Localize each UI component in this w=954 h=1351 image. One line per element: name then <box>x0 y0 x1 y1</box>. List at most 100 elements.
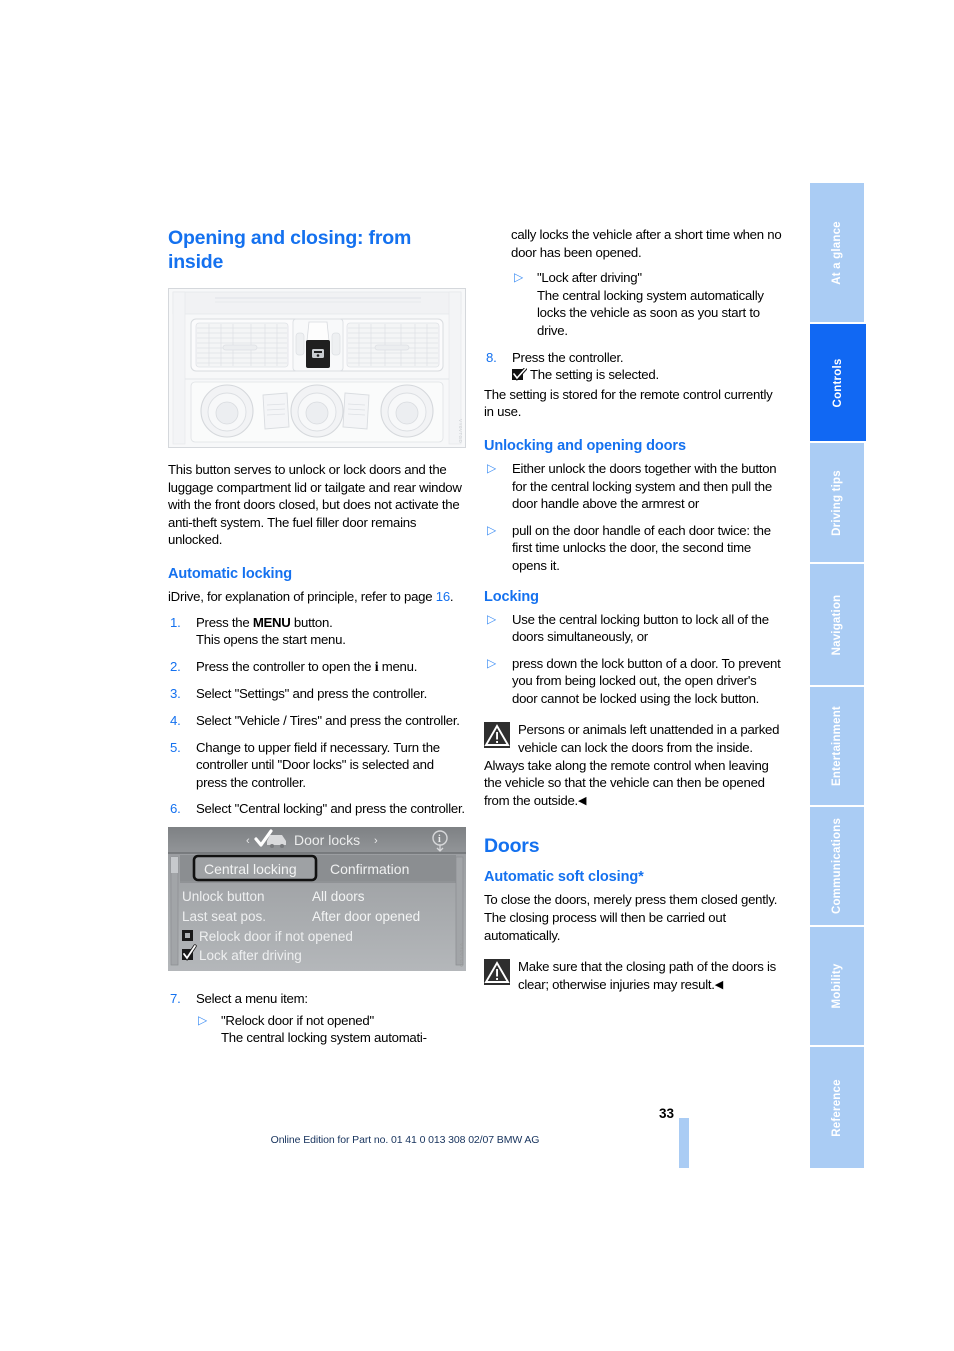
idrive-title-text: Door locks <box>294 832 360 848</box>
idrive-row-label-last-seat-pos: Last seat pos. <box>182 909 266 924</box>
step-text-cont: button. <box>290 614 333 630</box>
bullet-title: "Relock door if not opened" <box>221 1012 374 1028</box>
tab-label: Controls <box>832 358 844 407</box>
triangle-bullet-icon: ▷ <box>487 522 496 537</box>
step-text: Press the <box>196 614 253 630</box>
figure-code: VY0VTGD <box>459 942 464 967</box>
ref-note-period: . <box>449 588 454 604</box>
step-text-cont: menu. <box>378 658 418 674</box>
step-result-text: The setting is selected. <box>530 367 659 383</box>
step-subtext: This opens the start menu. <box>196 632 346 648</box>
left-column: Opening and closing: from inside VY0VTGD… <box>168 226 466 1056</box>
bullet-title: "Lock after driving" <box>537 270 642 286</box>
tab-label: Reference <box>831 1078 843 1137</box>
step-number: 6. <box>170 801 181 817</box>
heading-automatic-soft-closing: Automatic soft closing* <box>484 869 644 886</box>
tab-navigation[interactable]: Navigation <box>810 562 866 685</box>
unlocking-bullets: ▷ Either unlock the doors together with t… <box>484 460 782 575</box>
step-item: 5. Change to upper field if necessary. Tu… <box>168 739 466 792</box>
soft-closing-body: To close the doors, merely press them cl… <box>484 892 778 943</box>
step7-group: 7. Select a menu item: <box>168 990 466 1008</box>
list-item: ▷ press down the lock button of a door. T… <box>484 655 782 708</box>
tab-mobility[interactable]: Mobility <box>810 925 866 1045</box>
idrive-screen-illustration: ‹ Door locks › i Central locking Confirm… <box>168 826 466 971</box>
right-column: cally locks the vehicle after a short ti… <box>484 226 782 994</box>
bullet-text: pull on the door handle of each door twi… <box>512 522 771 573</box>
step-item: 8. Press the controller. The setting is s… <box>484 349 782 384</box>
menu-item-bullets: ▷ "Lock after driving" The central locking… <box>511 269 782 339</box>
triangle-bullet-icon: ▷ <box>198 1012 207 1027</box>
tab-communications[interactable]: Communications <box>810 805 866 925</box>
step-item: 6. Select "Central locking" and press the… <box>168 800 466 818</box>
tab-driving-tips[interactable]: Driving tips <box>810 441 866 562</box>
bullet-text: Use the central locking button to lock a… <box>512 611 769 645</box>
tab-label: Communications <box>831 817 843 915</box>
triangle-bullet-icon: ▷ <box>514 270 523 285</box>
step8-group: 8. Press the controller. The setting is s… <box>484 349 782 384</box>
step-number: 7. <box>170 990 181 1006</box>
intro-paragraph: This button serves to unlock or lock doo… <box>168 462 462 548</box>
continued-paragraph: cally locks the vehicle after a short ti… <box>511 227 782 260</box>
tab-label: Entertainment <box>831 706 843 786</box>
svg-text:›: › <box>374 835 378 847</box>
triangle-bullet-icon: ▷ <box>487 655 496 670</box>
chapter-tab-strip: At a glance Controls Driving tips Naviga… <box>810 183 866 1168</box>
bullet-body: The central locking system automatically… <box>537 287 764 338</box>
idrive-checkbox-label-lock-after-driving: Lock after driving <box>199 948 302 963</box>
bullet-text: press down the lock button of a door. To… <box>512 655 781 706</box>
list-item: ▷ "Relock door if not opened" The central … <box>195 1012 466 1047</box>
step-item: 4. Select "Vehicle / Tires" and press the… <box>168 712 466 730</box>
step-number: 1. <box>170 614 181 630</box>
warning-soft-closing: Make sure that the closing path of the d… <box>484 958 782 994</box>
step-text: Select "Vehicle / Tires" and press the c… <box>196 712 460 728</box>
heading-automatic-locking: Automatic locking <box>168 565 292 582</box>
step-number: 4. <box>170 712 181 728</box>
list-item: ▷ Either unlock the doors together with t… <box>484 460 782 513</box>
step-text: Select a menu item: <box>196 990 308 1006</box>
tab-at-a-glance[interactable]: At a glance <box>810 183 866 322</box>
tab-controls[interactable]: Controls <box>810 322 866 441</box>
list-item: ▷ "Lock after driving" The central locking… <box>511 269 782 339</box>
figure-center-console: VY0VTGD <box>168 288 466 448</box>
end-of-section-mark: ◀ <box>577 794 587 807</box>
step-item: 3. Select "Settings" and press the contro… <box>168 685 466 703</box>
idrive-tab-confirmation: Confirmation <box>330 861 409 877</box>
heading-unlocking-and-opening-doors: Unlocking and opening doors <box>484 437 686 454</box>
step-text: Press the controller. <box>512 349 624 365</box>
idrive-row-label-unlock-button: Unlock button <box>182 889 265 904</box>
footer: Online Edition for Part no. 01 41 0 013 … <box>0 1130 810 1148</box>
idrive-tab-central-locking: Central locking <box>204 861 297 877</box>
warning-triangle-icon <box>484 722 510 749</box>
step-item: 1. Press the MENU button. This opens the s… <box>168 614 466 649</box>
page-number: 33 <box>658 1106 674 1121</box>
manual-page: At a glance Controls Driving tips Naviga… <box>0 0 954 1351</box>
bullet-text: Either unlock the doors together with th… <box>512 460 777 512</box>
menu-button-label: MENU <box>252 614 291 630</box>
idrive-row-value-after-door-opened: After door opened <box>312 909 420 924</box>
step-item: 2. Press the controller to open the i men… <box>168 658 466 677</box>
step7-bullets: ▷ "Relock door if not opened" The central … <box>195 1012 466 1047</box>
warning-text: Persons or animals left unattended in a … <box>484 722 780 808</box>
tab-entertainment[interactable]: Entertainment <box>810 685 866 805</box>
step-number: 5. <box>170 739 181 755</box>
list-item: ▷ Use the central locking button to lock … <box>484 611 782 646</box>
triangle-bullet-icon: ▷ <box>487 611 496 626</box>
center-console-illustration <box>169 289 465 447</box>
list-item: ▷ pull on the door handle of each door tw… <box>484 522 782 575</box>
page-reference-link[interactable]: 16 <box>436 589 450 604</box>
automatic-locking-steps: 1. Press the MENU button. This opens the s… <box>168 614 466 818</box>
figure-idrive-screen: ‹ Door locks › i Central locking Confirm… <box>168 826 466 971</box>
step-number: 2. <box>170 658 181 674</box>
warning-locking: Persons or animals left unattended in a … <box>484 721 782 810</box>
page-title: Opening and closing: from inside <box>168 227 412 273</box>
heading-locking: Locking <box>484 588 539 605</box>
tab-label: Driving tips <box>831 469 843 536</box>
tab-reference[interactable]: Reference <box>810 1045 866 1168</box>
step-text: Select "Settings" and press the controll… <box>196 686 427 702</box>
tab-label: Navigation <box>831 594 843 655</box>
step-text: Select "Central locking" and press the c… <box>196 801 465 817</box>
step-text: Press the controller to open the <box>196 658 375 674</box>
end-of-section-mark: ◀ <box>714 978 723 991</box>
ref-note-text: iDrive, for explanation of principle, re… <box>168 588 436 604</box>
tab-label: At a glance <box>831 220 843 285</box>
